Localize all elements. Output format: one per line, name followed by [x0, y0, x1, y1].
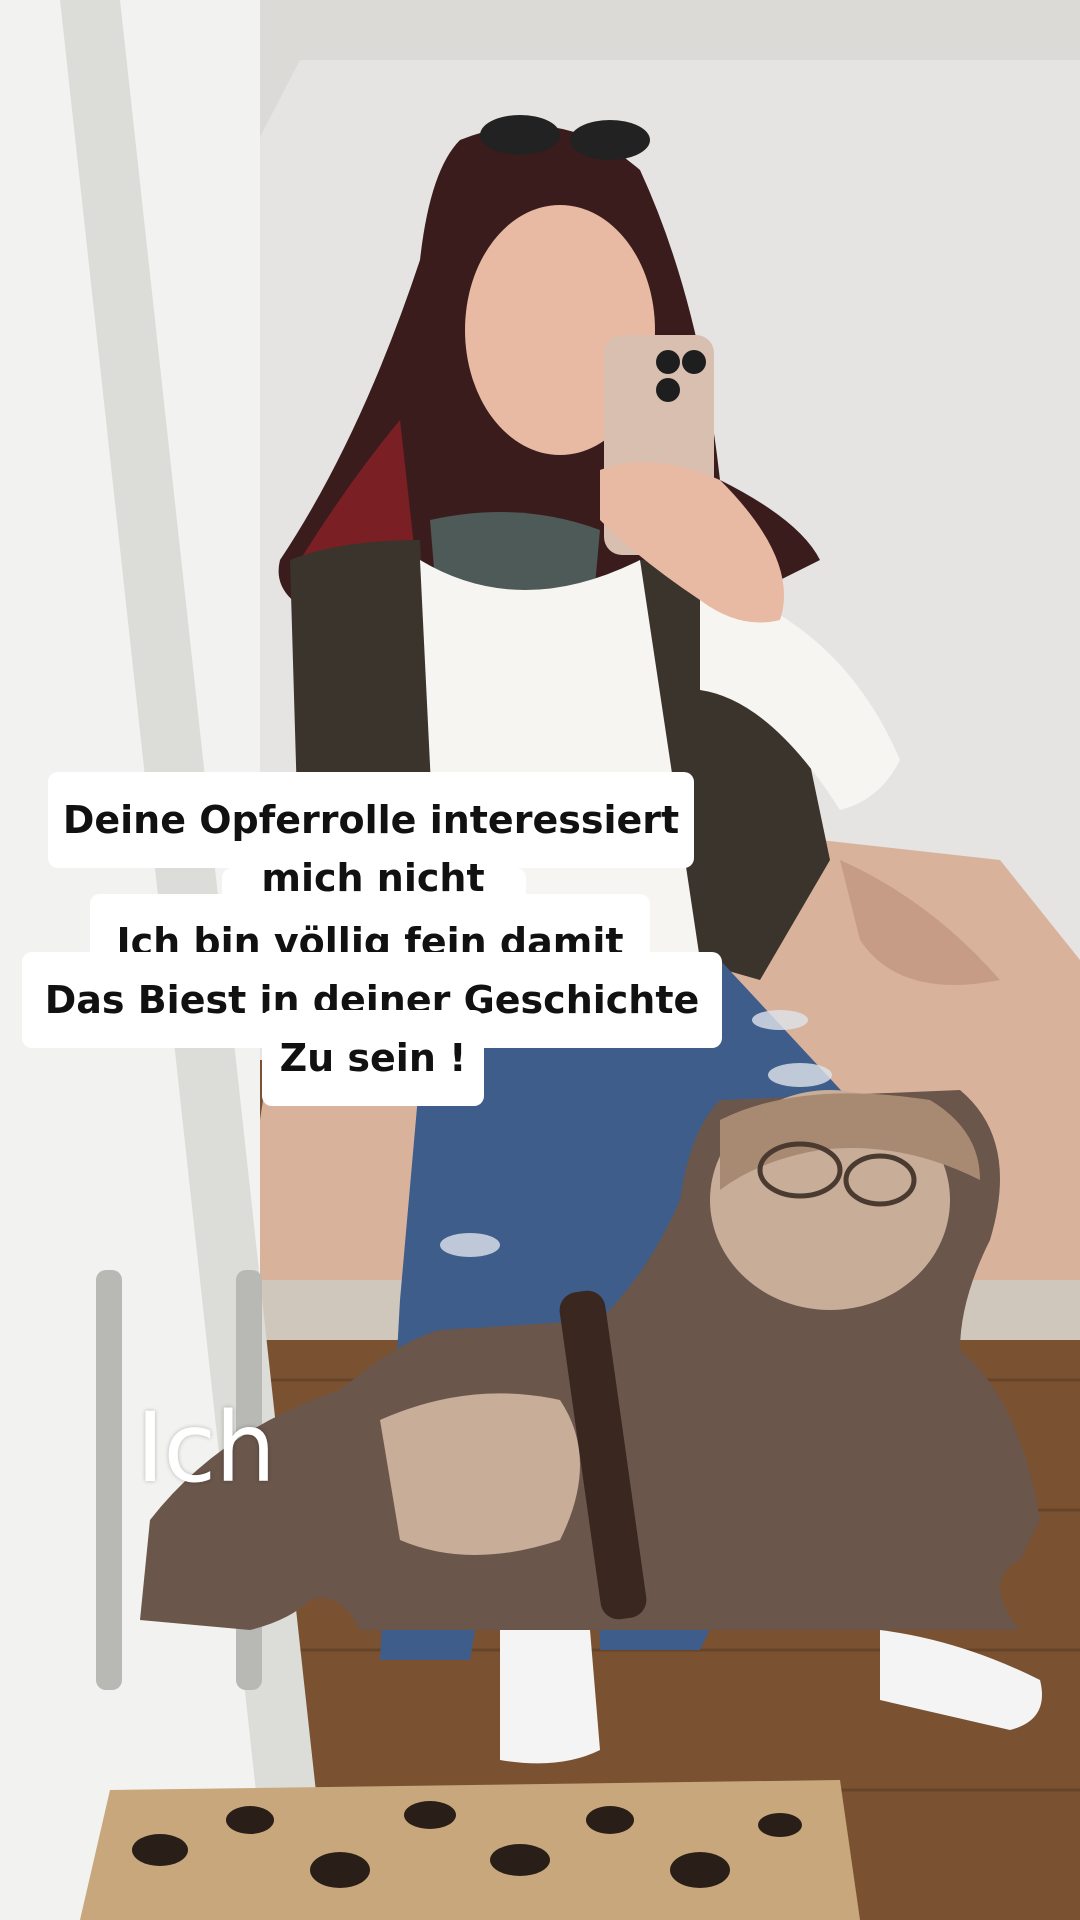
leopard-rug: [80, 1780, 860, 1920]
caption-line-5: Zu sein !: [262, 1010, 484, 1106]
story-frame: Deine Opferrolle interessiert mich nicht…: [0, 0, 1080, 1920]
sticker-label: Ich: [136, 1392, 276, 1504]
sneaker-left: [500, 1630, 600, 1764]
door-handle-left: [96, 1270, 122, 1690]
meme-arm: [380, 1393, 580, 1555]
